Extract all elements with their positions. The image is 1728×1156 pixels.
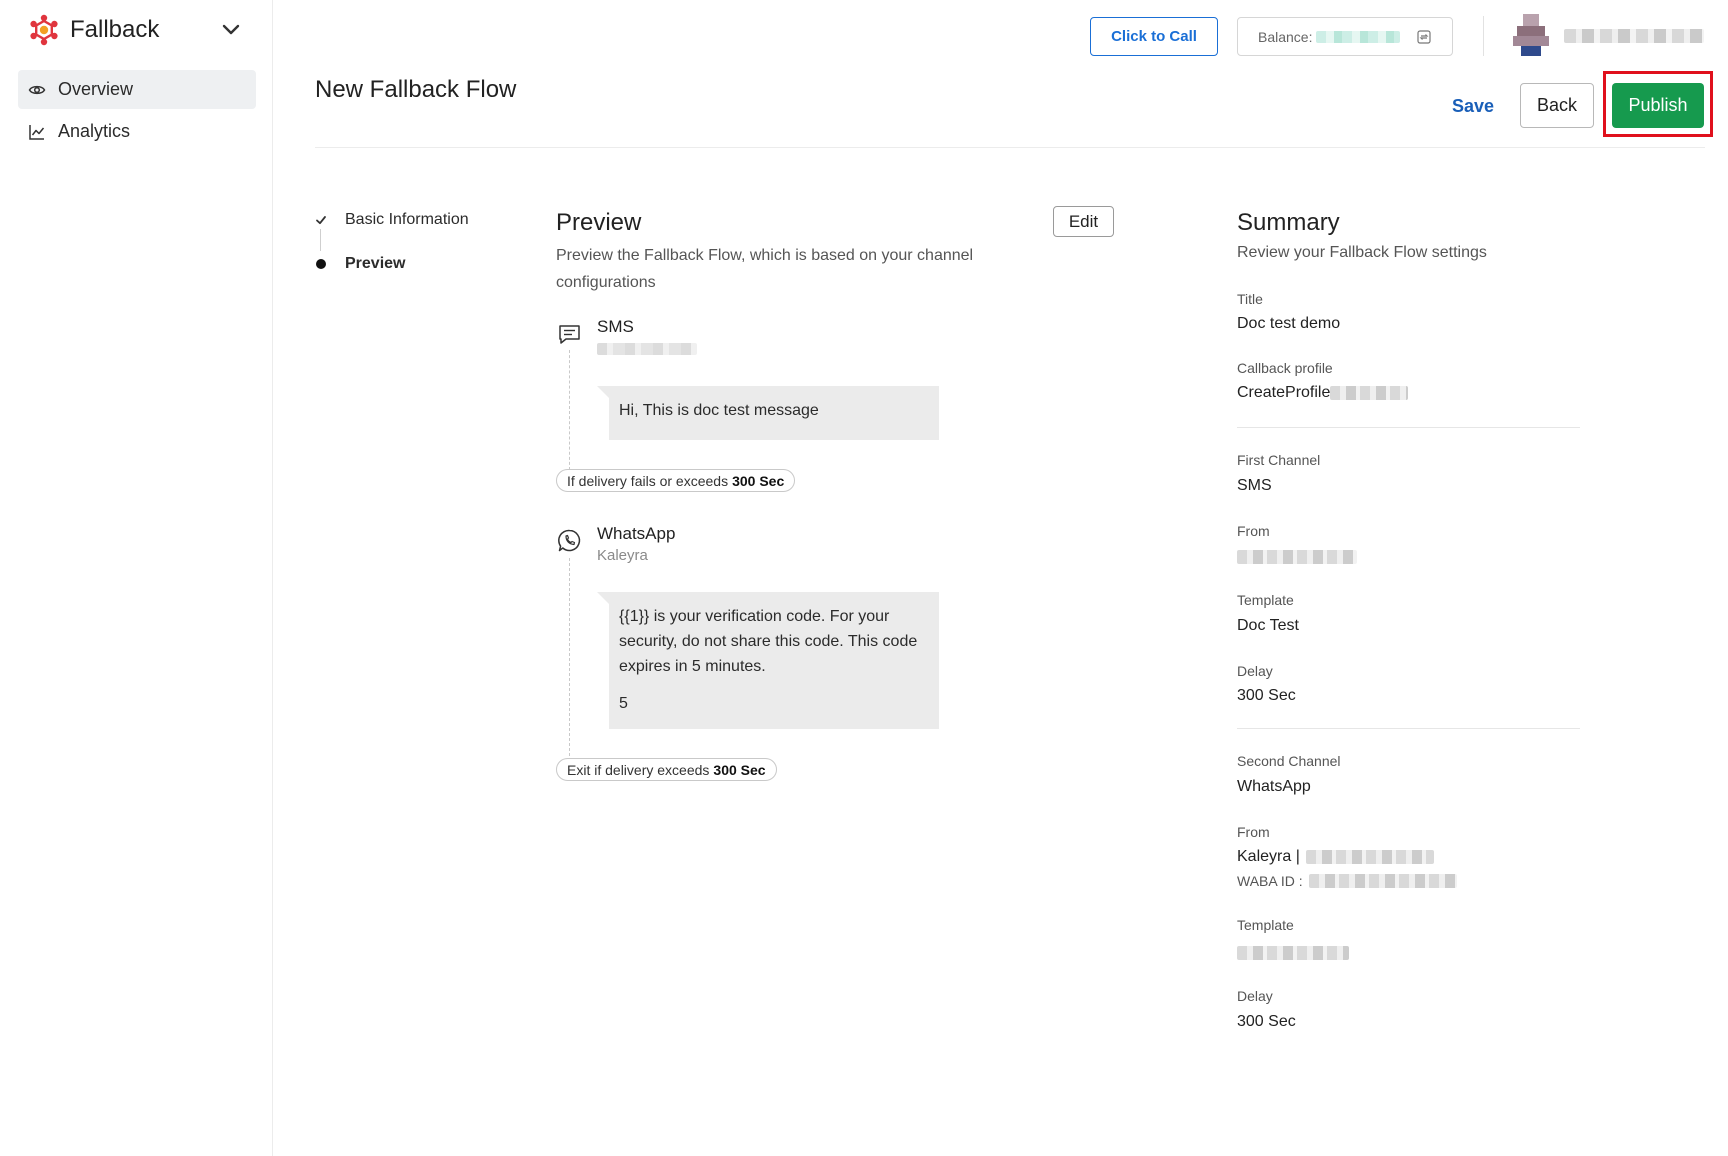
summary-second-from-value: Kaleyra | <box>1237 848 1300 865</box>
topbar-divider <box>1483 16 1484 56</box>
flow-connector <box>569 350 570 470</box>
step-label: Preview <box>345 255 406 272</box>
summary-title: Summary <box>1237 209 1340 236</box>
summary-callback-value: CreateProfile <box>1237 384 1331 401</box>
fallback-logo-icon <box>30 14 58 46</box>
eye-icon <box>28 85 46 94</box>
summary-second-delay-value: 300 Sec <box>1237 1013 1296 1030</box>
summary-callback-label: Callback profile <box>1237 360 1333 376</box>
summary-title-value: Doc test demo <box>1237 315 1341 332</box>
balance-widget: Balance: <box>1237 17 1453 56</box>
summary-from-label: From <box>1237 523 1270 539</box>
brand[interactable]: Fallback <box>28 14 159 46</box>
avatar-image <box>1509 14 1553 56</box>
summary-delay-label: Delay <box>1237 988 1273 1004</box>
waba-id-redacted <box>1308 874 1457 888</box>
rule-text: Exit if delivery exceeds <box>567 761 710 778</box>
rule-value: 300 Sec <box>732 472 785 489</box>
whatsapp-sender: Kaleyra <box>597 547 648 564</box>
summary-subtitle: Review your Fallback Flow settings <box>1237 244 1487 261</box>
step-preview[interactable]: Preview <box>315 255 405 273</box>
exit-rule-pill: Exit if delivery exceeds 300 Sec <box>556 758 777 781</box>
summary-from-label: From <box>1237 824 1270 840</box>
summary-first-from-row <box>1237 548 1357 566</box>
avatar[interactable] <box>1509 14 1553 56</box>
summary-first-channel-value: SMS <box>1237 477 1272 494</box>
summary-template-label: Template <box>1237 917 1294 933</box>
app-name: Fallback <box>70 16 160 43</box>
summary-waba-label: WABA ID : <box>1237 873 1303 889</box>
balance-value-redacted <box>1316 30 1401 43</box>
message-icon <box>559 325 580 344</box>
line-chart-icon <box>29 124 45 140</box>
sidebar-item-label: Analytics <box>58 121 131 141</box>
summary-title-label: Title <box>1237 291 1263 307</box>
summary-second-channel-value: WhatsApp <box>1237 778 1311 795</box>
callback-id-redacted <box>1330 386 1409 400</box>
header-divider <box>315 147 1705 148</box>
rule-value: 300 Sec <box>713 761 766 778</box>
summary-delay-label: Delay <box>1237 663 1273 679</box>
summary-first-template-value: Doc Test <box>1237 617 1299 634</box>
summary-template-label: Template <box>1237 592 1294 608</box>
summary-waba-row: WABA ID : <box>1237 873 1457 889</box>
refresh-icon[interactable] <box>1416 29 1432 45</box>
summary-second-from-row: Kaleyra | <box>1237 848 1434 866</box>
chevron-down-icon[interactable] <box>220 18 242 40</box>
preview-subtitle: Preview the Fallback Flow, which is base… <box>556 247 974 291</box>
summary-divider <box>1237 427 1580 428</box>
step-basic-information[interactable]: Basic Information <box>315 211 469 229</box>
step-connector <box>320 229 321 251</box>
channel-name-sms: SMS <box>597 317 634 336</box>
summary-first-channel-label: First Channel <box>1237 452 1321 468</box>
user-name-redacted[interactable] <box>1564 29 1704 43</box>
step-label: Basic Information <box>345 211 469 228</box>
first-from-redacted <box>1237 549 1357 564</box>
sms-message-text: Hi, This is doc test message <box>619 402 819 419</box>
summary-first-delay-value: 300 Sec <box>1237 687 1296 704</box>
page-title: New Fallback Flow <box>315 76 517 103</box>
publish-button[interactable]: Publish <box>1612 83 1704 128</box>
sidebar-item-label: Overview <box>58 79 134 99</box>
preview-title: Preview <box>556 209 642 236</box>
channel-name-whatsapp: WhatsApp <box>597 524 676 543</box>
whatsapp-message-footer: 5 <box>619 695 628 712</box>
sms-sender-redacted <box>597 343 697 355</box>
fallback-rule-pill: If delivery fails or exceeds 300 Sec <box>556 469 796 492</box>
summary-second-channel-label: Second Channel <box>1237 753 1341 769</box>
back-button[interactable]: Back <box>1520 83 1594 128</box>
edit-button[interactable]: Edit <box>1053 206 1114 237</box>
summary-callback-row: CreateProfile <box>1237 384 1409 402</box>
click-to-call-button[interactable]: Click to Call <box>1090 17 1218 56</box>
save-button[interactable]: Save <box>1452 96 1494 117</box>
second-from-redacted <box>1305 850 1434 864</box>
sidebar-item-analytics[interactable]: Analytics <box>18 112 256 151</box>
current-step-dot-icon <box>316 259 326 269</box>
sms-message-bubble: Hi, This is doc test message <box>597 386 939 440</box>
whatsapp-message-bubble: {{1}} is your verification code. For you… <box>597 592 939 729</box>
second-template-redacted <box>1237 945 1349 960</box>
whatsapp-message-text: {{1}} is your verification code. For you… <box>619 608 918 675</box>
sidebar: Fallback Overview Analytics <box>0 0 273 1156</box>
rule-text: If delivery fails or exceeds <box>567 472 729 489</box>
flow-connector <box>569 558 570 756</box>
summary-second-template-row <box>1237 944 1349 962</box>
check-icon <box>316 216 326 225</box>
summary-divider <box>1237 728 1580 729</box>
balance-label: Balance: <box>1258 28 1313 45</box>
whatsapp-icon <box>558 529 581 552</box>
sidebar-item-overview[interactable]: Overview <box>18 70 256 109</box>
